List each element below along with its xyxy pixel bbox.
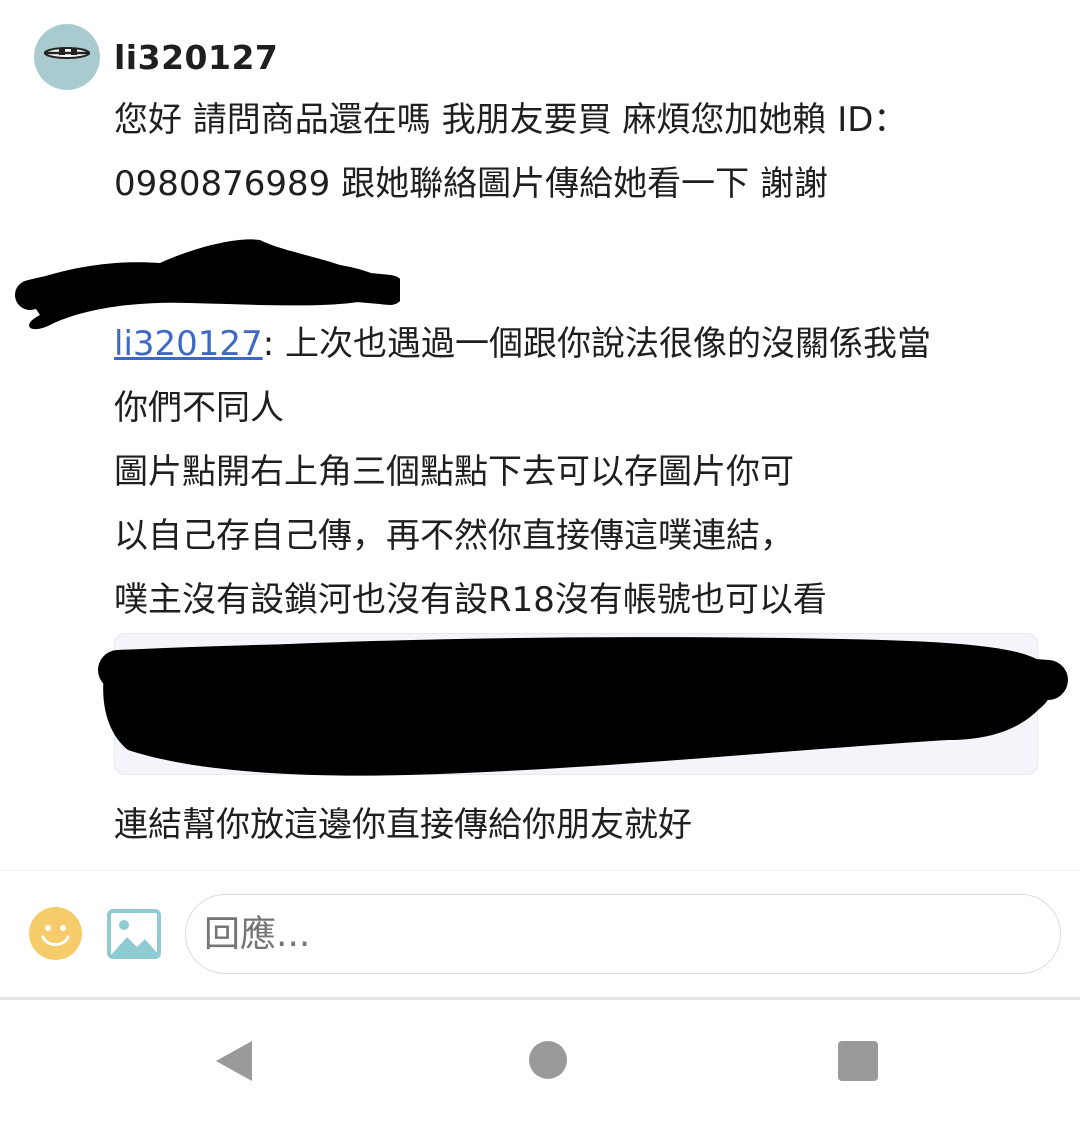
reply-line: 圖片點開右上角三個點點下去可以存圖片你可 — [114, 452, 794, 492]
reply-message: li320127: 上次也遇過一個跟你說法很像的沒關係我當 你們不同人 圖片點開… — [114, 312, 1064, 632]
comment-message-line: 0980876989 跟她聯絡圖片傳給她看一下 謝謝 — [114, 164, 828, 204]
back-triangle-icon[interactable] — [214, 1039, 254, 1083]
image-icon — [107, 909, 161, 959]
divider — [0, 870, 1080, 871]
mention-link[interactable]: li320127 — [114, 324, 263, 364]
home-circle-icon[interactable] — [529, 1041, 567, 1079]
reply-first-line: li320127: 上次也遇過一個跟你說法很像的沒關係我當 — [114, 312, 1064, 376]
avatar[interactable] — [34, 24, 100, 90]
comment-message: 您好 請問商品還在嗎 我朋友要買 麻煩您加她賴 ID： 0980876989 跟… — [114, 88, 907, 216]
smiley-icon — [41, 925, 70, 946]
emoji-button[interactable] — [29, 907, 82, 960]
comment-message-line: 您好 請問商品還在嗎 我朋友要買 麻煩您加她賴 ID： — [114, 100, 908, 140]
redaction-scribble-link — [98, 637, 1068, 776]
reply-text: : 上次也遇過一個跟你說法很像的沒關係我當 — [262, 324, 931, 364]
image-button[interactable] — [107, 909, 161, 959]
reply-after-link: 連結幫你放這邊你直接傳給你朋友就好 — [114, 805, 692, 845]
comment-username[interactable]: li320127 — [114, 38, 278, 77]
recent-apps-square-icon[interactable] — [838, 1041, 878, 1081]
reply-line: 以自己存自己傳，再不然你直接傳這噗連結， — [114, 516, 794, 556]
reply-line: 你們不同人 — [114, 388, 284, 428]
sleepy-face-avatar-icon — [44, 47, 90, 59]
system-navbar — [0, 1000, 1080, 1124]
reply-input[interactable] — [185, 894, 1061, 974]
